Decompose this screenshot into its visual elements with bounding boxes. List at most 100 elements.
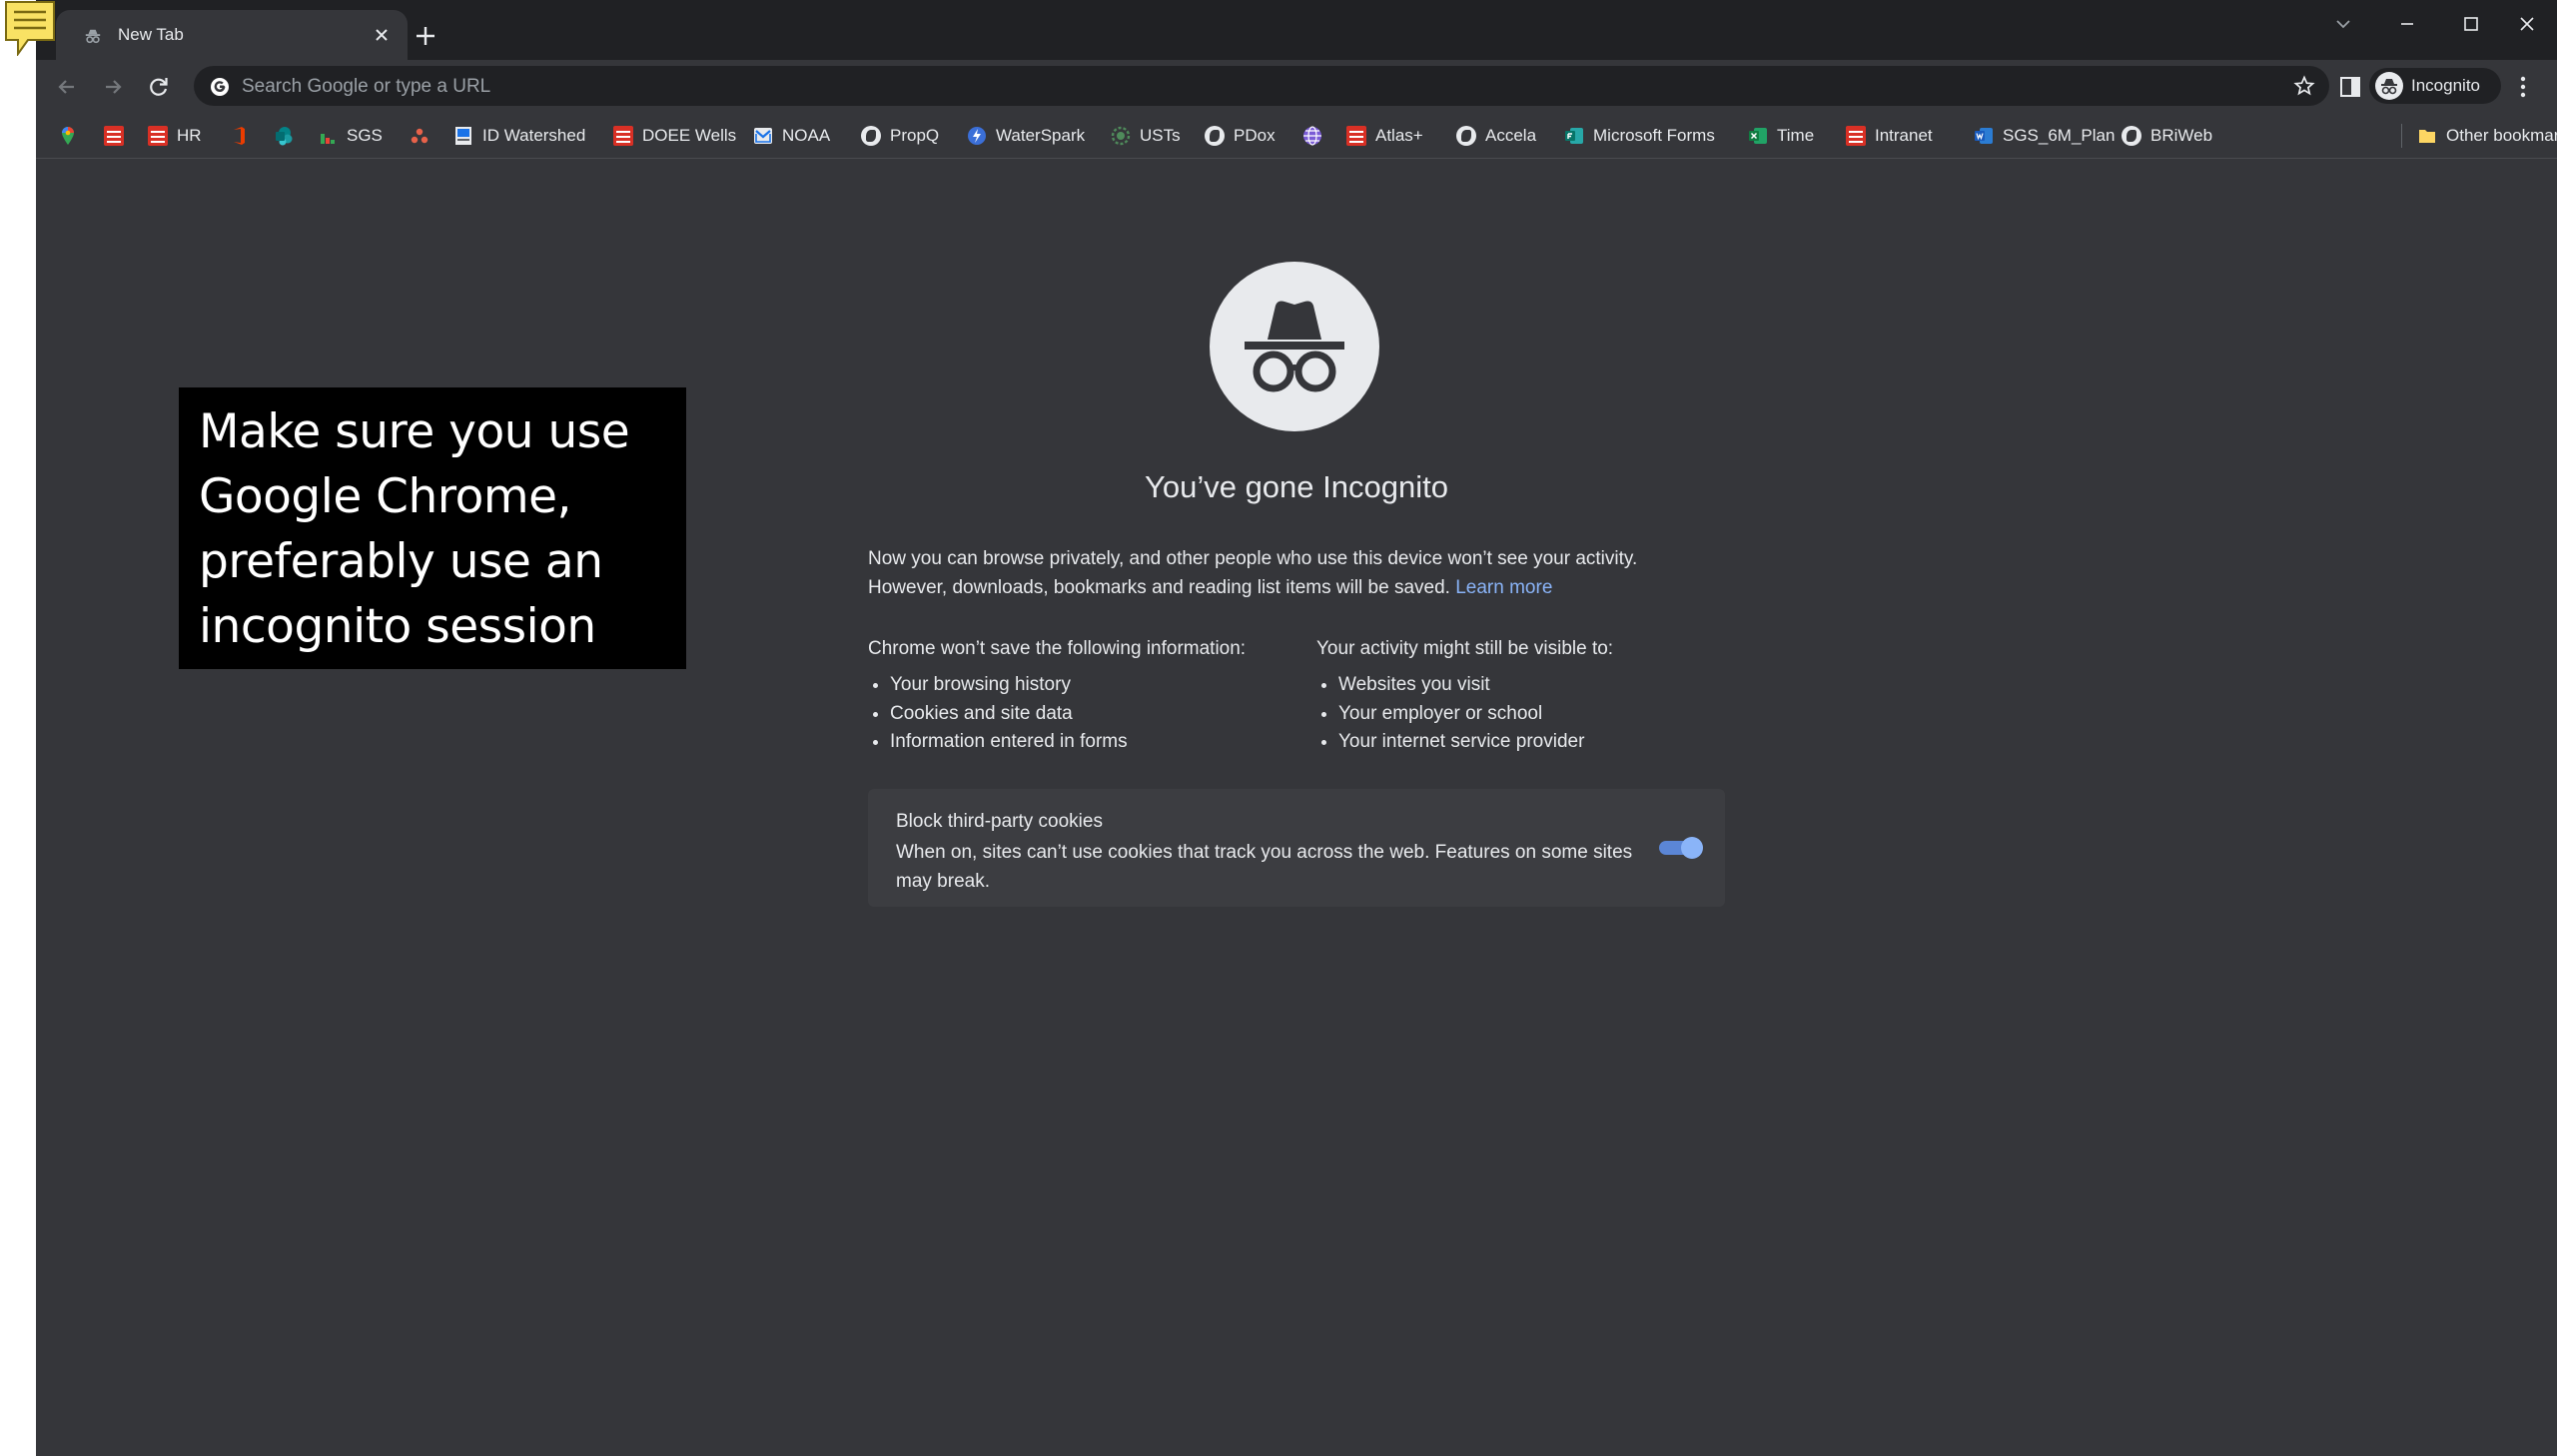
cookie-card-title: Block third-party cookies [896,811,1103,832]
bookmark-briweb[interactable]: BRiWeb [2122,123,2212,149]
visible-to-list: Your activity might still be visible to:… [1316,634,1756,757]
bookmark-label: PDox [1234,126,1276,145]
list-item: Cookies and site data [890,700,1307,729]
bookmark-atlas[interactable]: Atlas+ [1346,123,1423,149]
reload-icon [150,78,168,96]
block-cookies-toggle[interactable] [1657,836,1705,859]
folder-icon [2417,126,2437,146]
red-sheet-icon [1846,126,1866,146]
close-icon [2520,17,2534,31]
other-bookmarks[interactable]: Other bookmarks [2417,123,2557,149]
incognito-avatar-icon [2375,72,2403,100]
back-button[interactable] [52,72,82,102]
bookmark-time[interactable]: Time [1748,123,1814,149]
tab-strip: New Tab [36,0,2557,60]
globe-icon [1456,126,1476,146]
bookmark-item[interactable] [410,123,429,149]
tab-title: New Tab [118,25,184,44]
forward-button[interactable] [98,72,128,102]
bookmark-noaa[interactable]: NOAA [753,123,830,149]
incognito-tab-icon [85,29,101,44]
callout-text: Make sure you use Google Chrome, prefera… [199,404,630,654]
forward-arrow-icon [106,80,122,94]
bookmark-item[interactable] [104,123,124,149]
cookie-controls-card: Block third-party cookies When on, sites… [868,789,1725,907]
profile-label: Incognito [2411,76,2480,95]
bookmark-label: BRiWeb [2150,126,2213,145]
incognito-hero-icon [1210,262,1379,431]
bookmark-doee-wells[interactable]: DOEE Wells [613,123,736,149]
visible-to-heading: Your activity might still be visible to: [1316,634,1756,663]
bookmarks-bar: HR SGS ID Watershed DOEE Wells NOAA Prop… [36,114,2557,159]
omnibox-input[interactable] [240,66,2201,108]
tab-new-tab[interactable]: New Tab [56,10,408,60]
minimize-button[interactable] [2379,6,2435,42]
cookie-card-description: When on, sites can’t use cookies that tr… [896,842,1633,892]
bookmark-label: DOEE Wells [642,126,737,145]
profile-button[interactable]: Incognito [2369,68,2501,104]
maximize-icon [2464,17,2478,31]
google-g-icon [211,78,229,96]
heading-bold: won’t save [940,638,1031,659]
bookmark-star-icon[interactable] [2293,75,2315,97]
heading-prefix: Chrome [868,638,941,659]
heading-bold: might still be visible [1423,638,1587,659]
outlook-icon [753,126,773,146]
reload-button[interactable] [144,72,174,102]
red-sheet-icon [148,126,168,146]
maximize-button[interactable] [2443,6,2499,42]
bookmark-label: Atlas+ [1375,126,1423,145]
red-sheet-icon [104,126,124,146]
bookmark-intranet[interactable]: Intranet [1846,123,1933,149]
purple-globe-icon [1302,126,1322,146]
address-bar[interactable] [194,66,2329,108]
kebab-menu-icon[interactable] [2511,74,2535,100]
comment-note-icon[interactable] [4,0,56,56]
bookmark-label: HR [177,126,202,145]
tab-search-button[interactable] [2315,6,2371,42]
bookmark-usts[interactable]: USTs [1111,123,1181,149]
globe-icon [1205,126,1225,146]
back-arrow-icon [58,80,74,94]
bookmark-label: Intranet [1875,126,1933,145]
heading-suffix: to: [1586,638,1614,659]
close-window-button[interactable] [2499,6,2555,42]
learn-more-link[interactable]: Learn more [1455,577,1552,598]
bookmark-accela[interactable]: Accela [1456,123,1536,149]
bookmark-waterspark[interactable]: WaterSpark [967,123,1085,149]
list-item: Your browsing history [890,671,1307,700]
bookmark-hr[interactable]: HR [148,123,202,149]
heading-prefix: Your activity [1316,638,1424,659]
bookmark-propq[interactable]: PropQ [861,123,939,149]
close-tab-icon[interactable] [370,23,394,47]
bookmark-sgs-6m-plan[interactable]: SGS_6M_Plan [1974,123,2115,149]
bookmark-label: Time [1777,126,1815,145]
forms-icon [1564,126,1584,146]
bookmark-item[interactable] [58,123,78,149]
globe-icon [2122,126,2141,146]
other-bookmarks-label: Other bookmarks [2446,126,2557,145]
gear-globe-icon [1111,126,1131,146]
not-saved-list: Chrome won’t save the following informat… [868,634,1307,757]
new-tab-button[interactable] [410,20,441,52]
side-panel-icon[interactable] [2339,76,2361,98]
bookmark-item[interactable] [1302,123,1322,149]
people-icon [410,126,429,146]
bookmark-item[interactable] [229,123,249,149]
chevron-down-icon [2336,20,2350,29]
bookmark-label: ID Watershed [482,126,586,145]
bookmark-sgs[interactable]: SGS [318,123,383,149]
bookmark-label: SGS [347,126,383,145]
bookmark-label: PropQ [890,126,940,145]
bookmark-pdox[interactable]: PDox [1205,123,1276,149]
bookmarks-divider [2401,124,2402,148]
bookmark-id-watershed[interactable]: ID Watershed [453,123,585,149]
bookmark-microsoft-forms[interactable]: Microsoft Forms [1564,123,1715,149]
sharepoint-icon [274,126,294,146]
red-sheet-icon [613,126,633,146]
waterspark-icon [967,126,987,146]
bars-icon [318,126,338,146]
bookmark-item[interactable] [274,123,294,149]
intro-line-2: However, downloads, bookmarks and readin… [868,573,1737,602]
list-item: Websites you visit [1338,671,1756,700]
